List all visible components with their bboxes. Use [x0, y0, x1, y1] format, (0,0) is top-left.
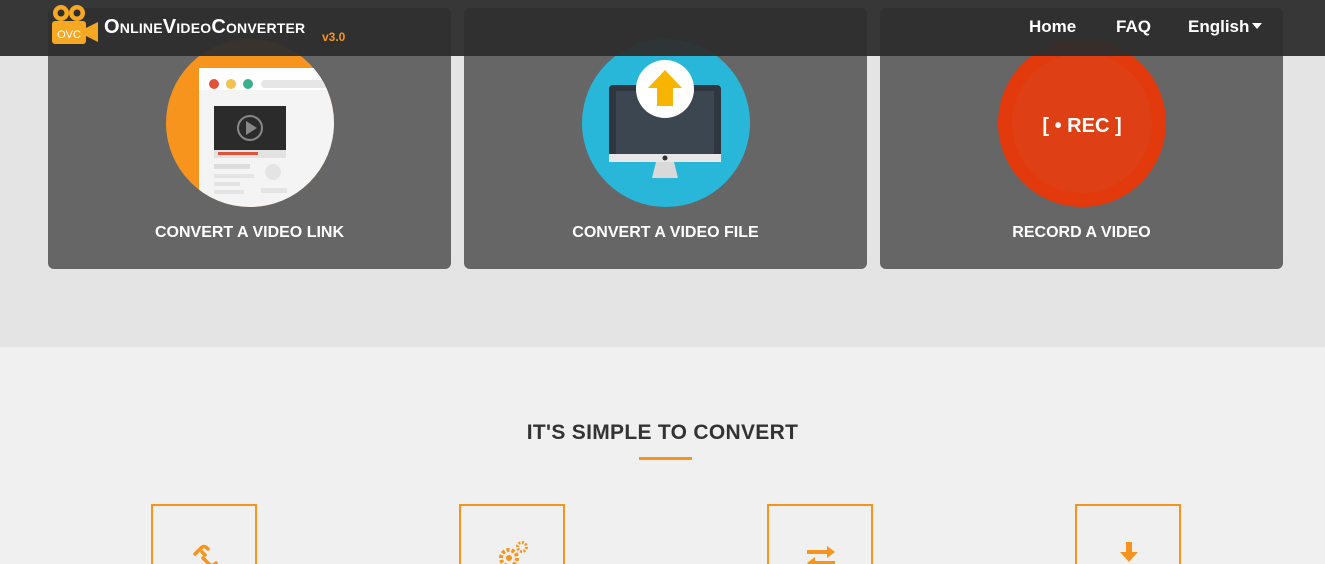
link-icon [193, 544, 218, 564]
step-link-box [151, 504, 257, 564]
gears-icon [499, 541, 528, 564]
site-logo[interactable]: OVC OnlineVideoConverter v3.0 [50, 4, 350, 48]
card-label: CONVERT A VIDEO LINK [154, 224, 345, 241]
section-title: IT'S SIMPLE TO CONVERT [526, 421, 799, 444]
card-label: CONVERT A VIDEO FILE [572, 224, 759, 241]
title-underline [639, 457, 692, 460]
step-download-box [1075, 504, 1181, 564]
logo-title: OnlineVideoConverter [104, 16, 306, 38]
logo-version: v3.0 [322, 30, 346, 44]
logo-badge-text: OVC [57, 29, 81, 41]
rec-icon: [ • REC ] [998, 39, 1166, 207]
logo-camera-icon: OVC [52, 5, 98, 44]
rec-text: [ • REC ] [1042, 115, 1121, 137]
card-label: RECORD A VIDEO [1012, 224, 1151, 241]
step-convert-box [767, 504, 873, 564]
download-icon [1120, 542, 1138, 562]
monitor-upload-icon [582, 39, 750, 207]
caret-down-icon [1252, 23, 1263, 29]
language-dropdown[interactable]: English [1188, 17, 1263, 37]
top-navbar: OVC OnlineVideoConverter v3.0 Home FAQ E… [0, 0, 1325, 56]
nav-faq-link[interactable]: FAQ [1116, 17, 1151, 37]
convert-arrows-icon [807, 546, 835, 564]
browser-video-icon [166, 39, 334, 207]
language-label: English [1188, 17, 1250, 36]
nav-home-link[interactable]: Home [1029, 17, 1076, 37]
step-settings-box [459, 504, 565, 564]
